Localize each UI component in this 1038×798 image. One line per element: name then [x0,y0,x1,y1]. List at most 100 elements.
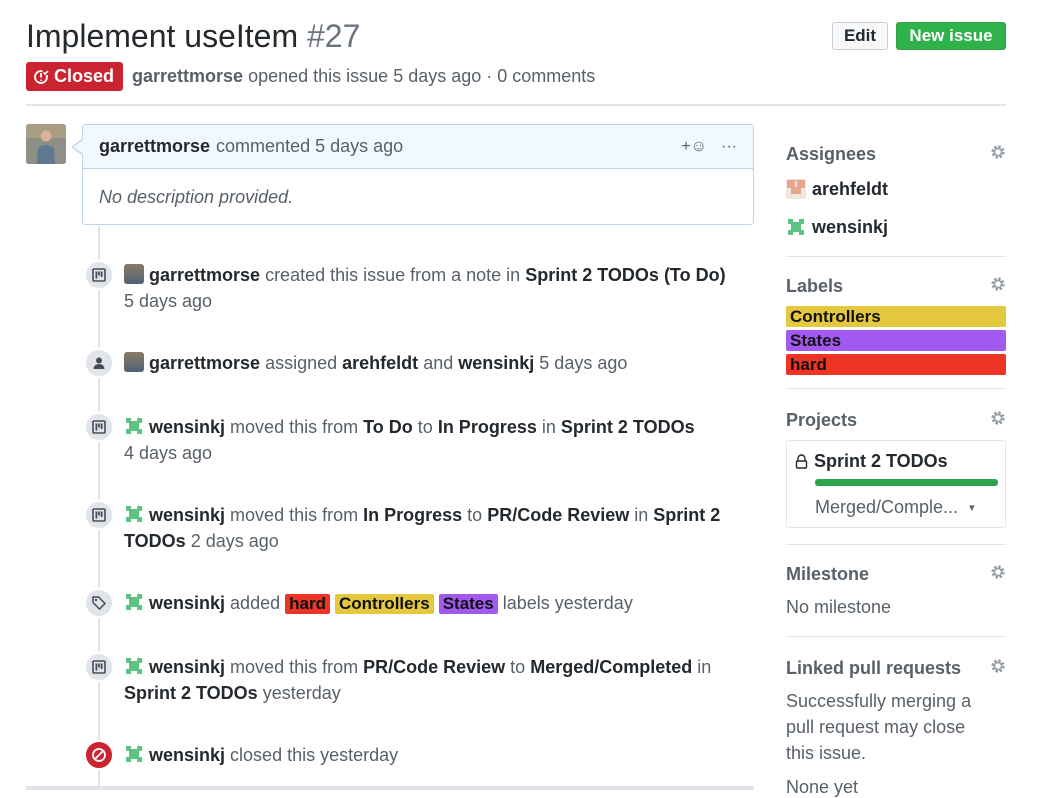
avatar[interactable] [26,124,66,164]
comment-author-link[interactable]: garrettmorse [99,136,210,157]
actor-link[interactable]: wensinkj [149,745,225,765]
avatar [786,179,806,199]
issue-meta: garrettmorse opened this issue 5 days ag… [132,66,595,87]
gear-icon[interactable] [990,410,1006,426]
actor-link[interactable]: wensinkj [149,657,225,677]
actor-link[interactable]: wensinkj [149,505,225,525]
sidebar-heading: Assignees [786,142,1006,166]
sidebar-divider [786,544,1006,545]
sidebar-heading: Labels [786,274,1006,298]
event-text: to [510,657,526,677]
event-text: closed this [230,745,316,765]
avatar [786,217,806,237]
event-text: labels [502,593,550,613]
label-controllers[interactable]: Controllers [786,306,1006,327]
event-time: 4 days ago [124,443,213,463]
status-badge: Closed [26,62,124,91]
actor-link[interactable]: wensinkj [149,593,225,613]
actor-link[interactable]: garrettmorse [149,265,260,285]
sidebar-divider [786,388,1006,389]
event-text: in [697,657,712,677]
project-link[interactable]: Sprint 2 [653,505,720,525]
gear-icon[interactable] [990,144,1006,160]
comment-body: No description provided. [99,187,294,207]
sidebar-heading-label: Projects [786,410,858,430]
column-name: In Progress [363,505,463,525]
project-link[interactable]: TODOs [124,531,186,551]
timeline-event-text: wensinkj moved this from To Do to In Pro… [124,414,754,466]
project-link[interactable]: Sprint 2 TODOs [525,265,659,285]
assignee-item[interactable]: wensinkj [786,214,1006,240]
sidebar-labels: Labels Controllers States hard [786,274,1006,375]
event-time: 5 days ago [124,291,213,311]
actor-link[interactable]: wensinkj [149,417,225,437]
label-hard[interactable]: hard [786,354,1006,375]
label-controllers[interactable]: Controllers [334,594,434,614]
project-icon [84,260,114,290]
avatar[interactable] [124,592,144,612]
issue-title: Implement useItem #27 [26,18,360,55]
project-column-select[interactable]: Merged/Comple... ▾ [815,497,975,518]
event-text: moved this from [230,657,359,677]
comment-arrow-fill [73,140,83,154]
timeline-event-text: garrettmorse assigned arehfeldt and wens… [124,350,754,376]
avatar[interactable] [124,416,144,436]
lock-icon [795,454,808,469]
assignee-name: arehfeldt [812,178,889,199]
gear-icon[interactable] [990,276,1006,292]
user-link[interactable]: arehfeldt [342,353,418,373]
column-name: Merged/Completed [530,657,693,677]
label-states[interactable]: States [786,330,1006,351]
project-name-link[interactable]: Sprint 2 TODOs [814,451,948,472]
issue-author-link[interactable]: garrettmorse [132,66,243,86]
opened-text: opened this issue [248,66,389,86]
sidebar-milestone: Milestone No milestone [786,562,1006,620]
column-name: PR/Code Review [363,657,506,677]
sidebar-heading-label: Assignees [786,144,877,164]
gear-icon[interactable] [990,564,1006,580]
circle-slash-icon [84,740,114,770]
column-name: To Do [363,417,413,437]
project-link[interactable]: Sprint 2 TODOs [124,683,258,703]
event-text: created this issue from a note in [265,265,521,285]
project-icon [84,652,114,682]
closed-issue-icon [34,68,49,84]
ellipsis-icon[interactable]: ··· [721,138,737,156]
edit-button[interactable]: Edit [832,22,888,50]
project-link[interactable]: Sprint 2 TODOs [561,417,695,437]
gear-icon[interactable] [990,658,1006,674]
sidebar-divider [786,256,1006,257]
event-time: yesterday [554,593,633,613]
event-text: to [417,417,433,437]
timeline-event-text: wensinkj closed this yesterday [124,742,754,768]
avatar[interactable] [124,352,144,372]
avatar[interactable] [124,656,144,676]
event-time: yesterday [320,745,399,765]
label-states[interactable]: States [438,594,498,614]
user-link[interactable]: wensinkj [458,353,534,373]
avatar[interactable] [124,744,144,764]
comments-count: · 0 comments [486,66,596,86]
project-name-row: Sprint 2 TODOs [795,451,997,472]
linked-prs-help-line: this issue. [786,743,867,763]
avatar[interactable] [124,264,144,284]
sidebar-heading: Projects [786,408,1006,432]
linked-prs-none: None yet [786,777,859,797]
emoji-icon[interactable]: +☺ [681,138,707,156]
assignee-item[interactable]: arehfeldt [786,176,1006,202]
status-badge-label: Closed [54,66,115,86]
event-text: added [230,593,281,613]
sidebar-projects: Projects Sprint 2 TODOs Merged/Comple...… [786,408,1006,528]
new-issue-button[interactable]: New issue [896,22,1006,50]
project-card: Sprint 2 TODOs Merged/Comple... ▾ [786,440,1006,528]
comment-time: commented 5 days ago [216,136,404,156]
event-text: and [423,353,454,373]
avatar[interactable] [124,504,144,524]
event-time: yesterday [262,683,341,703]
header-divider [26,104,1006,106]
label-hard[interactable]: hard [285,594,330,614]
issue-number: #27 [307,18,361,54]
sidebar-heading-label: Labels [786,276,844,296]
actor-link[interactable]: garrettmorse [149,353,260,373]
column-name: PR/Code Review [487,505,630,525]
